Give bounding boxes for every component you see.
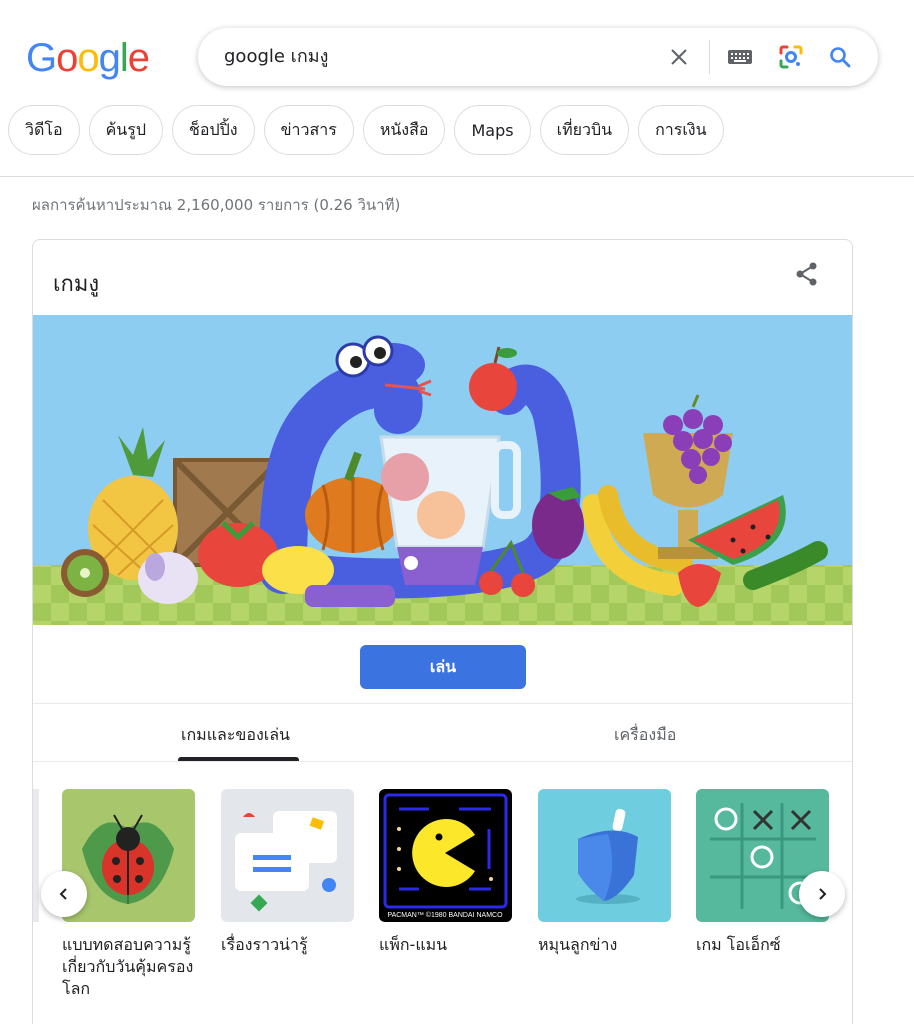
logo-letter: G (26, 36, 57, 80)
chip-images[interactable]: ค้นรูป (88, 105, 163, 155)
card-divider (33, 703, 852, 704)
carousel-prev-button[interactable] (41, 871, 87, 917)
logo-letter: l (119, 36, 129, 80)
tab-tools[interactable]: เครื่องมือ (614, 723, 676, 748)
cards-icon (221, 789, 354, 922)
pacman-caption: PACMAN™ ©1980 BANDAI NAMCO (387, 911, 503, 919)
chip-shopping[interactable]: ช็อปปิ้ง (171, 105, 255, 155)
game-label: หมุนลูกข่าง (538, 935, 618, 954)
carousel-next-button[interactable] (799, 871, 845, 917)
game-label: แบบทดสอบความรู้เกี่ยวกับวันคุ้มครองโลก (62, 935, 194, 998)
clear-icon[interactable] (663, 41, 695, 73)
play-button[interactable]: เล่น (360, 645, 526, 689)
search-input[interactable] (224, 28, 644, 86)
search-divider (709, 40, 710, 74)
previous-game-thumbnail-edge (33, 789, 39, 922)
game-item-spin-dreidel[interactable]: หมุนลูกข่าง (538, 789, 671, 956)
search-filter-chips: วิดีโอ ค้นรูป ช็อปปิ้ง ข่าวสาร หนังสือ M… (8, 105, 724, 155)
logo-letter: o (56, 36, 78, 80)
lens-icon[interactable] (775, 41, 807, 73)
chevron-left-icon (59, 888, 67, 900)
chevron-right-icon (819, 888, 827, 900)
tab-games-and-toys[interactable]: เกมและของเล่น (181, 723, 290, 748)
chip-news[interactable]: ข่าวสาร (263, 105, 354, 155)
tabs-divider (33, 761, 852, 762)
chip-videos[interactable]: วิดีโอ (8, 105, 80, 155)
keyboard-icon[interactable] (724, 41, 756, 73)
chip-finance[interactable]: การเงิน (638, 105, 724, 155)
game-label: เรื่องราวน่ารู้ (221, 935, 308, 954)
share-icon[interactable] (791, 258, 823, 290)
game-item-pacman[interactable]: PACMAN™ ©1980 BANDAI NAMCO แพ็ก-แมน (379, 789, 512, 956)
game-item-fun-facts[interactable]: เรื่องราวน่ารู้ (221, 789, 354, 956)
google-logo[interactable]: Google (26, 36, 150, 81)
pacman-icon: PACMAN™ ©1980 BANDAI NAMCO (379, 789, 512, 922)
snake-game-banner[interactable] (33, 315, 852, 625)
chip-maps[interactable]: Maps (454, 105, 531, 155)
game-label: แพ็ก-แมน (379, 935, 448, 954)
result-stats: ผลการค้นหาประมาณ 2,160,000 รายการ (0.26 … (32, 196, 401, 214)
logo-letter: o (77, 36, 99, 80)
header-divider (0, 176, 914, 177)
chip-flights[interactable]: เที่ยวบิน (539, 105, 630, 155)
dreidel-icon (538, 789, 671, 922)
search-box (198, 28, 878, 86)
search-icon[interactable] (824, 41, 856, 73)
chip-books[interactable]: หนังสือ (362, 105, 446, 155)
game-item-tic-tac-toe[interactable]: เกม โอเอ็กซ์ (696, 789, 829, 956)
card-title: เกมงู (53, 272, 100, 297)
logo-letter: g (98, 36, 121, 80)
snake-game-card: เกมงู เล่น เกมและของเล่น เครื่องมือ แบบท… (32, 239, 853, 1024)
game-label: เกม โอเอ็กซ์ (696, 935, 781, 954)
logo-letter: e (127, 36, 150, 80)
